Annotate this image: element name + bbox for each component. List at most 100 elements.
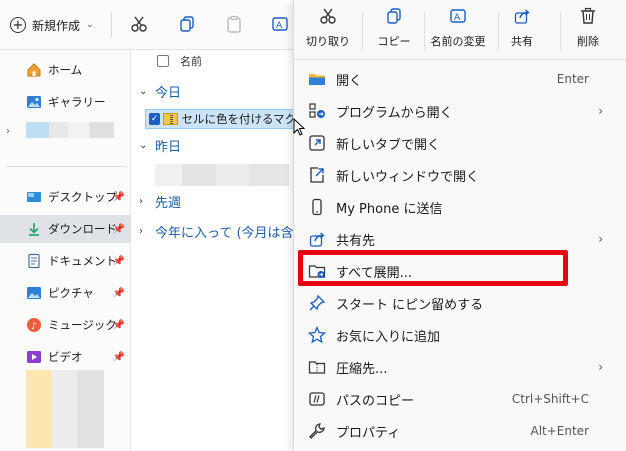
paste-toolbar-button[interactable] [222, 12, 246, 36]
pin-icon[interactable]: 📌 [113, 320, 125, 331]
menu-item-send-phone[interactable]: My Phone に送信 [294, 191, 626, 223]
menu-item-open-with[interactable]: プログラムから開く › [294, 95, 626, 127]
new-button[interactable]: + 新規作成 ⌄ [10, 13, 94, 37]
table-row[interactable]: ✓ セルに色を付けるマクロ [145, 109, 301, 129]
copy-icon [180, 16, 194, 32]
menu-item-label: 圧縮先... [336, 361, 388, 377]
svg-text:A: A [454, 13, 461, 23]
group-label: 今年に入って (今月は含 [155, 226, 294, 241]
select-all-checkbox[interactable] [157, 55, 169, 67]
home-icon [26, 62, 42, 78]
copy-path-icon [308, 390, 326, 408]
menu-item-label: 新しいタブで開く [336, 137, 441, 153]
menu-shortcut: Ctrl+Shift+C [511, 392, 589, 406]
nav-item-label: ミュージック [48, 318, 117, 332]
pin-icon[interactable]: 📌 [113, 288, 125, 299]
chevron-down-icon: ⌄ [139, 86, 148, 97]
context-command-bar: 切り取り コピー A 名前の変更 共有 削除 [294, 0, 626, 60]
navigation-pane: ホーム ギャラリー › デスクトップ 📌 ダウンロード 📌 ドキュメント 📌 ピ… [0, 50, 131, 451]
menu-item-open-new-window[interactable]: 新しいウィンドウで開く [294, 159, 626, 191]
svg-text:A: A [276, 21, 283, 31]
music-icon: ♪ [26, 317, 42, 333]
nav-item-pictures[interactable]: ピクチャ 📌 [0, 279, 131, 307]
menu-item-label: プログラムから開く [336, 105, 453, 121]
menu-item-label: パスのコピー [336, 393, 415, 409]
nav-item-downloads[interactable]: ダウンロード 📌 [0, 215, 131, 243]
menu-shortcut: Enter [556, 72, 589, 86]
menu-item-properties[interactable]: プロパティ Alt+Enter [294, 415, 626, 447]
file-list: 名前 ⌄ 今日 ✓ セルに色を付けるマクロ ⌄ 昨日 › 先週 › 今年に入って… [131, 50, 301, 451]
delete-label: 削除 [577, 35, 599, 48]
group-yesterday[interactable]: ⌄ 昨日 [139, 136, 181, 155]
trash-icon [578, 6, 598, 26]
file-name: セルに色を付けるマクロ [181, 112, 300, 126]
checkbox-checked-icon[interactable]: ✓ [149, 113, 161, 125]
nav-divider [6, 166, 126, 167]
share-button[interactable]: 共有 [506, 6, 538, 56]
copy-toolbar-button[interactable] [175, 12, 199, 36]
nav-item-label: ドキュメント [48, 254, 117, 268]
group-label: 先週 [155, 196, 182, 211]
nav-item-label: ダウンロード [48, 222, 117, 236]
group-today[interactable]: ⌄ 今日 [139, 82, 181, 101]
menu-item-label: 開く [336, 73, 363, 89]
nav-item-home[interactable]: ホーム [0, 56, 131, 84]
nav-item-label: ピクチャ [48, 286, 94, 300]
group-last-week[interactable]: › 先週 [139, 192, 181, 211]
nav-item-gallery[interactable]: ギャラリー [0, 88, 131, 116]
redacted-item [26, 370, 104, 448]
column-header-name[interactable]: 名前 [180, 53, 202, 69]
menu-item-label: 共有先 [336, 233, 376, 249]
menu-item-label: お気に入りに追加 [336, 329, 441, 345]
new-button-label: 新規作成 [32, 18, 81, 33]
paste-icon [227, 15, 241, 33]
chevron-right-icon: › [598, 232, 603, 246]
menu-item-copy-path[interactable]: パスのコピー Ctrl+Shift+C [294, 383, 626, 415]
redacted-item [26, 122, 114, 138]
copy-button[interactable]: コピー [374, 6, 414, 56]
zip-folder-icon [163, 113, 179, 125]
redacted-item [155, 164, 289, 186]
pin-icon[interactable]: 📌 [113, 192, 125, 203]
download-icon [26, 221, 42, 237]
menu-item-label: プロパティ [336, 425, 401, 441]
menu-item-pin-start[interactable]: スタート にピン留めする [294, 287, 626, 319]
svg-text:♪: ♪ [31, 322, 37, 332]
command-separator [560, 12, 561, 50]
menu-item-add-favorites[interactable]: お気に入りに追加 [294, 319, 626, 351]
chevron-right-icon[interactable]: › [6, 126, 10, 137]
nav-item-desktop[interactable]: デスクトップ 📌 [0, 183, 131, 211]
open-with-icon [308, 102, 326, 120]
nav-item-videos[interactable]: ビデオ 📌 [0, 343, 131, 371]
pin-icon [308, 294, 326, 312]
folder-open-icon [308, 70, 326, 88]
menu-item-open[interactable]: 開く Enter [294, 63, 626, 95]
group-this-year[interactable]: › 今年に入って (今月は含 [139, 222, 294, 241]
delete-button[interactable]: 削除 [572, 6, 604, 56]
context-menu: 切り取り コピー A 名前の変更 共有 削除 開く Enter プログラムから開… [293, 0, 626, 451]
gallery-icon [26, 94, 42, 110]
nav-item-documents[interactable]: ドキュメント 📌 [0, 247, 131, 275]
group-label: 昨日 [155, 140, 182, 155]
group-label: 今日 [155, 86, 182, 101]
menu-item-open-new-tab[interactable]: 新しいタブで開く [294, 127, 626, 159]
pin-icon[interactable]: 📌 [113, 352, 125, 363]
properties-icon [308, 422, 326, 440]
pin-icon[interactable]: 📌 [113, 256, 125, 267]
rename-toolbar-button[interactable]: A [268, 12, 292, 36]
star-icon [308, 326, 326, 344]
cut-toolbar-button[interactable] [127, 12, 151, 36]
chevron-down-icon: ⌄ [139, 140, 148, 151]
video-icon [26, 349, 42, 365]
rename-label: 名前の変更 [430, 35, 486, 48]
share-label: 共有 [511, 35, 533, 48]
pin-icon[interactable]: 📌 [113, 224, 125, 235]
mouse-cursor-icon [293, 118, 305, 136]
command-separator [498, 12, 499, 50]
copy-label: コピー [377, 35, 411, 48]
cut-button[interactable]: 切り取り [306, 6, 350, 56]
nav-item-music[interactable]: ♪ ミュージック 📌 [0, 311, 131, 339]
menu-item-compress[interactable]: 圧縮先... › [294, 351, 626, 383]
rename-button[interactable]: A 名前の変更 [428, 6, 488, 56]
chevron-right-icon: › [139, 226, 143, 237]
